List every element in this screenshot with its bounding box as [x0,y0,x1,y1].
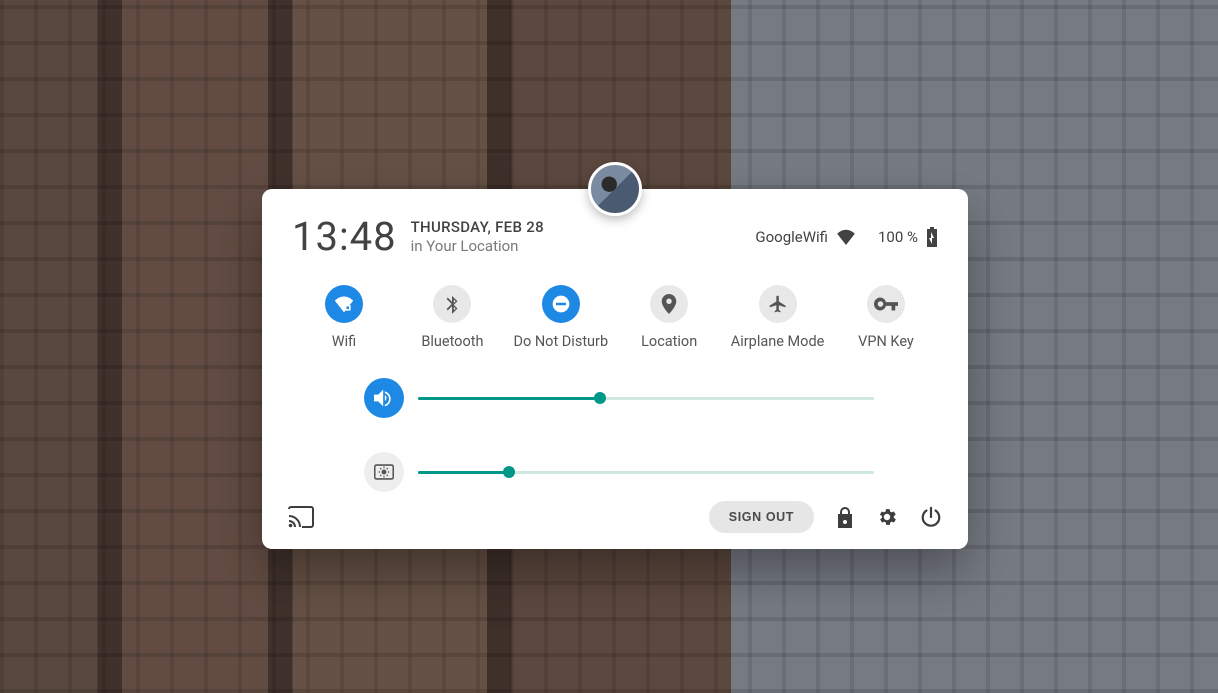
toggle-wifi[interactable]: Wifi [292,285,396,350]
toggle-label: Wifi [332,333,356,350]
toggle-vpn[interactable]: VPN Key [834,285,938,350]
toggle-label: Airplane Mode [731,333,825,350]
avatar[interactable] [588,162,642,216]
brightness-icon [374,464,394,480]
brightness-slider[interactable] [418,471,874,474]
battery-charging-icon [926,227,938,247]
location-text: in Your Location [411,237,544,256]
clock-time: 13:48 [292,217,397,257]
toggle-label: Bluetooth [421,333,483,350]
brightness-slider-row [364,452,874,492]
battery-status: 100 % [878,227,938,247]
sliders [364,378,874,492]
toggle-airplane[interactable]: Airplane Mode [726,285,830,350]
status-bar: GoogleWifi 100 % [755,227,938,247]
bluetooth-icon [445,294,459,314]
wifi-icon [334,295,354,313]
wifi-name-text: GoogleWifi [755,228,828,246]
toggle-bluetooth[interactable]: Bluetooth [400,285,504,350]
date-location: THURSDAY, FEB 28 in Your Location [411,218,544,256]
toggle-label: Location [641,333,697,350]
toggle-location[interactable]: Location [617,285,721,350]
vpn-key-icon [874,297,898,311]
power-icon[interactable] [920,506,942,528]
header: 13:48 THURSDAY, FEB 28 in Your Location … [292,207,938,267]
wifi-icon [836,229,856,245]
gear-icon[interactable] [876,506,898,528]
wifi-status: GoogleWifi [755,228,856,246]
cast-icon[interactable] [288,506,314,528]
brightness-button[interactable] [364,452,404,492]
dnd-icon [551,294,571,314]
volume-button[interactable] [364,378,404,418]
sign-out-button[interactable]: SIGN OUT [709,501,814,533]
location-icon [661,294,677,314]
lock-icon[interactable] [836,506,854,528]
airplane-icon [768,294,788,314]
toggle-dnd[interactable]: Do Not Disturb [509,285,613,350]
quick-settings-panel: 13:48 THURSDAY, FEB 28 in Your Location … [262,189,968,549]
toggle-label: Do Not Disturb [513,333,608,350]
volume-icon [374,389,394,407]
date-text: THURSDAY, FEB 28 [411,218,544,237]
footer: SIGN OUT [288,501,942,533]
battery-text: 100 % [878,228,918,246]
toggle-label: VPN Key [858,333,914,350]
volume-slider-row [364,378,874,418]
toggle-row: Wifi Bluetooth Do Not Disturb Location A… [292,285,938,350]
volume-slider[interactable] [418,397,874,400]
